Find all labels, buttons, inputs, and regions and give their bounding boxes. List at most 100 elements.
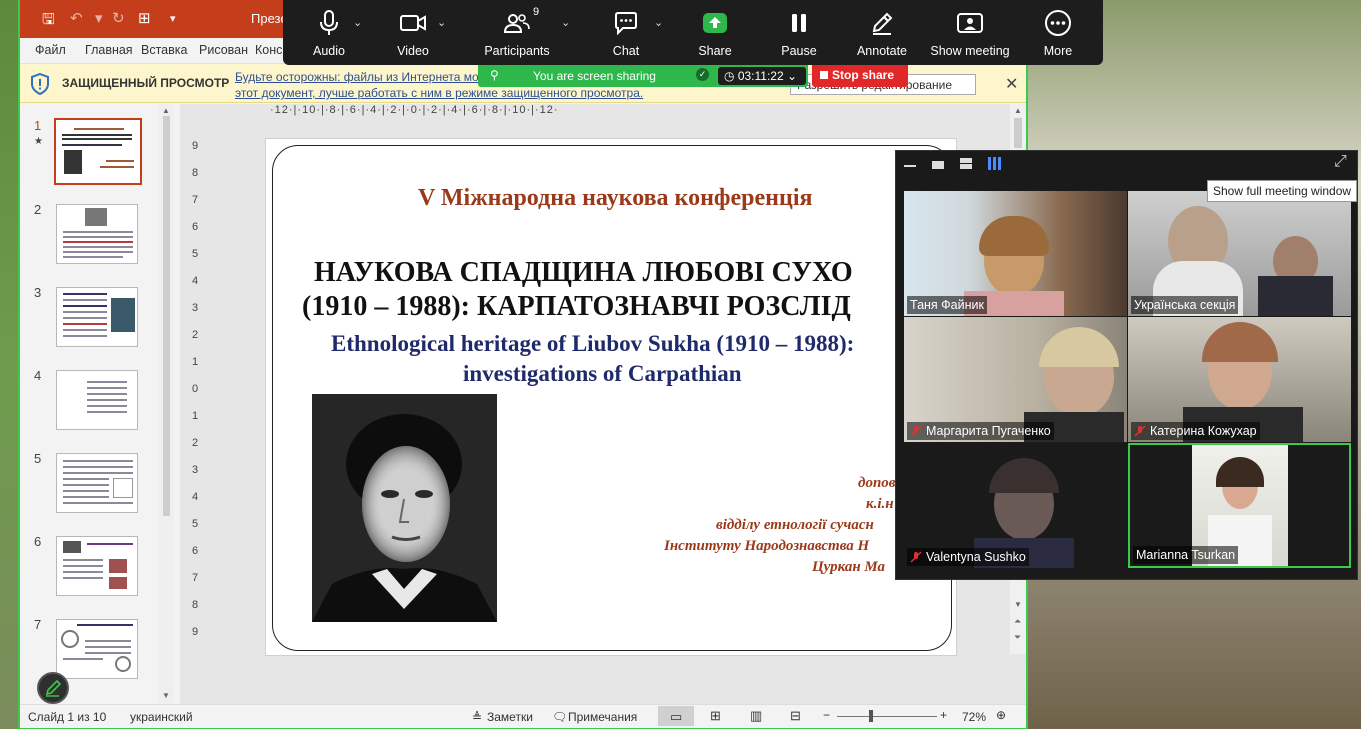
ruler-tick-label: 4 [192,275,199,287]
zoom-in-icon[interactable]: + [940,708,947,722]
speaker-view-icon[interactable] [932,161,944,169]
undo-icon[interactable]: ↶ [70,9,83,27]
pause-share-button[interactable]: Pause [759,8,839,58]
video-tile[interactable]: Valentyna Sushko [904,443,1127,568]
language-indicator[interactable]: украинский [130,710,193,724]
ruler-tick-label: 8 [192,599,199,611]
thumb-number: 5 [34,451,42,466]
speaker-info-line2: к.і.н [866,496,894,512]
thumb-number: 4 [34,368,42,383]
slideshow-icon[interactable]: ⊟ [790,708,801,724]
stop-share-button[interactable]: Stop share [812,65,908,87]
strip-view-icon[interactable] [960,158,972,169]
annotate-button[interactable]: Annotate [842,8,922,58]
tab-draw[interactable]: Рисован [199,43,248,57]
participants-label: Participants [484,44,550,58]
redo-icon[interactable]: ↻ [112,9,125,27]
customize-qat-icon[interactable]: ▾ [170,12,176,25]
chat-label: Chat [612,44,640,58]
scroll-up-icon[interactable]: ▲ [1014,106,1022,115]
video-tile[interactable]: Таня Файник [904,191,1127,316]
slide-thumb-4[interactable] [56,370,138,430]
slide-thumb-5[interactable] [56,453,138,513]
next-slide-icon[interactable]: ⏷ [1014,632,1021,643]
thumbnails-scrollbar[interactable]: ▲ ▼ [159,104,174,704]
scroll-up-icon[interactable]: ▲ [162,106,170,115]
annotate-icon [872,12,893,35]
reading-view-icon[interactable]: ▥ [750,708,762,724]
chat-options-icon[interactable]: ⌄ [654,16,663,29]
tab-design[interactable]: Конс [255,43,282,57]
video-tile-active-speaker[interactable]: Marianna Tsurkan [1128,443,1351,568]
pen-button[interactable] [37,672,69,704]
more-label: More [1043,44,1073,58]
audio-options-icon[interactable]: ⌄ [353,16,362,29]
slide-title-line1: НАУКОВА СПАДЩИНА ЛЮБОВІ СУХО [314,257,853,288]
video-tile[interactable]: Катерина Кожухар [1128,317,1351,442]
show-full-meeting-tooltip: Show full meeting window [1207,180,1358,202]
star-icon: ★ [34,136,43,147]
chat-icon [615,12,637,35]
scroll-down-icon[interactable]: ▼ [162,691,170,700]
comments-icon[interactable]: 🗨 [552,710,567,724]
minimize-icon[interactable] [904,165,916,167]
shield-check-icon: ✓ [696,68,709,81]
ruler-tick-label: 3 [192,302,199,314]
zoom-slider[interactable] [837,716,937,717]
slide-canvas[interactable]: V Міжнародна наукова конференція НАУКОВА… [265,138,957,656]
meeting-timer: 03:11:22 [737,69,784,83]
meeting-gallery-window[interactable]: ⤢ Таня Файник Українська секція Маргарит… [895,150,1358,580]
tab-home[interactable]: Главная [85,43,133,57]
share-button[interactable]: Share [675,8,755,58]
ruler-tick-label: 8 [192,167,199,179]
ruler-tick-label: 2 [192,329,199,341]
video-options-icon[interactable]: ⌄ [437,16,446,29]
pin-icon[interactable]: ⚲ [490,68,499,82]
thumb-number: 7 [34,617,42,632]
present-icon[interactable]: ⊞ [138,9,151,27]
undo-dropdown-icon[interactable]: ▾ [95,9,103,27]
previous-slide-icon[interactable]: ⏶ [1014,616,1021,627]
zoom-out-icon[interactable]: − [823,708,830,722]
horizontal-ruler: ·12·|·10·|·8·|·6·|·4·|·2·|·0·|·2·|·4·|·6… [270,104,559,116]
save-icon[interactable]: 🖫 [42,9,55,34]
zoom-slider-thumb[interactable] [869,710,873,722]
slide-thumb-6[interactable] [56,536,138,596]
participants-button[interactable]: Participants [477,8,557,58]
ruler-tick-label: 0 [192,383,199,395]
expand-icon[interactable]: ⤢ [1334,153,1347,171]
chevron-down-icon: ⌄ [787,69,798,83]
pause-label: Pause [781,44,817,58]
scrollbar-thumb[interactable] [163,116,170,516]
ruler-tick-label: 9 [192,626,199,638]
tab-file[interactable]: Файл [35,43,66,57]
timer-box[interactable]: ◷ 03:11:22 ⌄ [718,67,806,85]
close-icon[interactable]: ✕ [1005,74,1018,94]
notes-icon[interactable]: ≜ [472,710,482,724]
notes-button[interactable]: Заметки [487,710,533,724]
protected-view-line2[interactable]: этот документ, лучше работать с ним в ре… [235,85,795,101]
more-button[interactable]: More [1018,8,1098,58]
gallery-view-icon[interactable] [988,157,1001,170]
participant-count: 9 [533,6,540,18]
tab-insert[interactable]: Вставка [141,43,187,57]
zoom-level[interactable]: 72% [962,710,986,724]
clock-icon: ◷ [724,69,735,83]
show-meeting-button[interactable]: Show meeting [925,8,1015,58]
screen-sharing-banner: ⚲ You are screen sharing ✓ ◷ 03:11:22 ⌄ [478,65,808,87]
comments-button[interactable]: Примечания [568,710,637,724]
video-tile[interactable]: Маргарита Пугаченко [904,317,1127,442]
video-tile[interactable]: Українська секція [1128,191,1351,316]
pen-icon [45,679,62,697]
slide-thumb-1[interactable] [54,118,142,185]
scrollbar-thumb[interactable] [1014,118,1022,148]
microphone-icon [320,10,338,35]
slide-thumb-3[interactable] [56,287,138,347]
participants-options-icon[interactable]: ⌄ [561,16,570,29]
slide-thumb-2[interactable] [56,204,138,264]
scroll-down-icon[interactable]: ▼ [1014,600,1022,609]
slide-sorter-icon[interactable]: ⊞ [710,708,721,724]
status-bar: Слайд 1 из 10 украинский ≜ Заметки 🗨 При… [20,704,1026,728]
fit-to-window-icon[interactable]: ⊕ [996,708,1006,722]
slide-thumb-7[interactable] [56,619,138,679]
